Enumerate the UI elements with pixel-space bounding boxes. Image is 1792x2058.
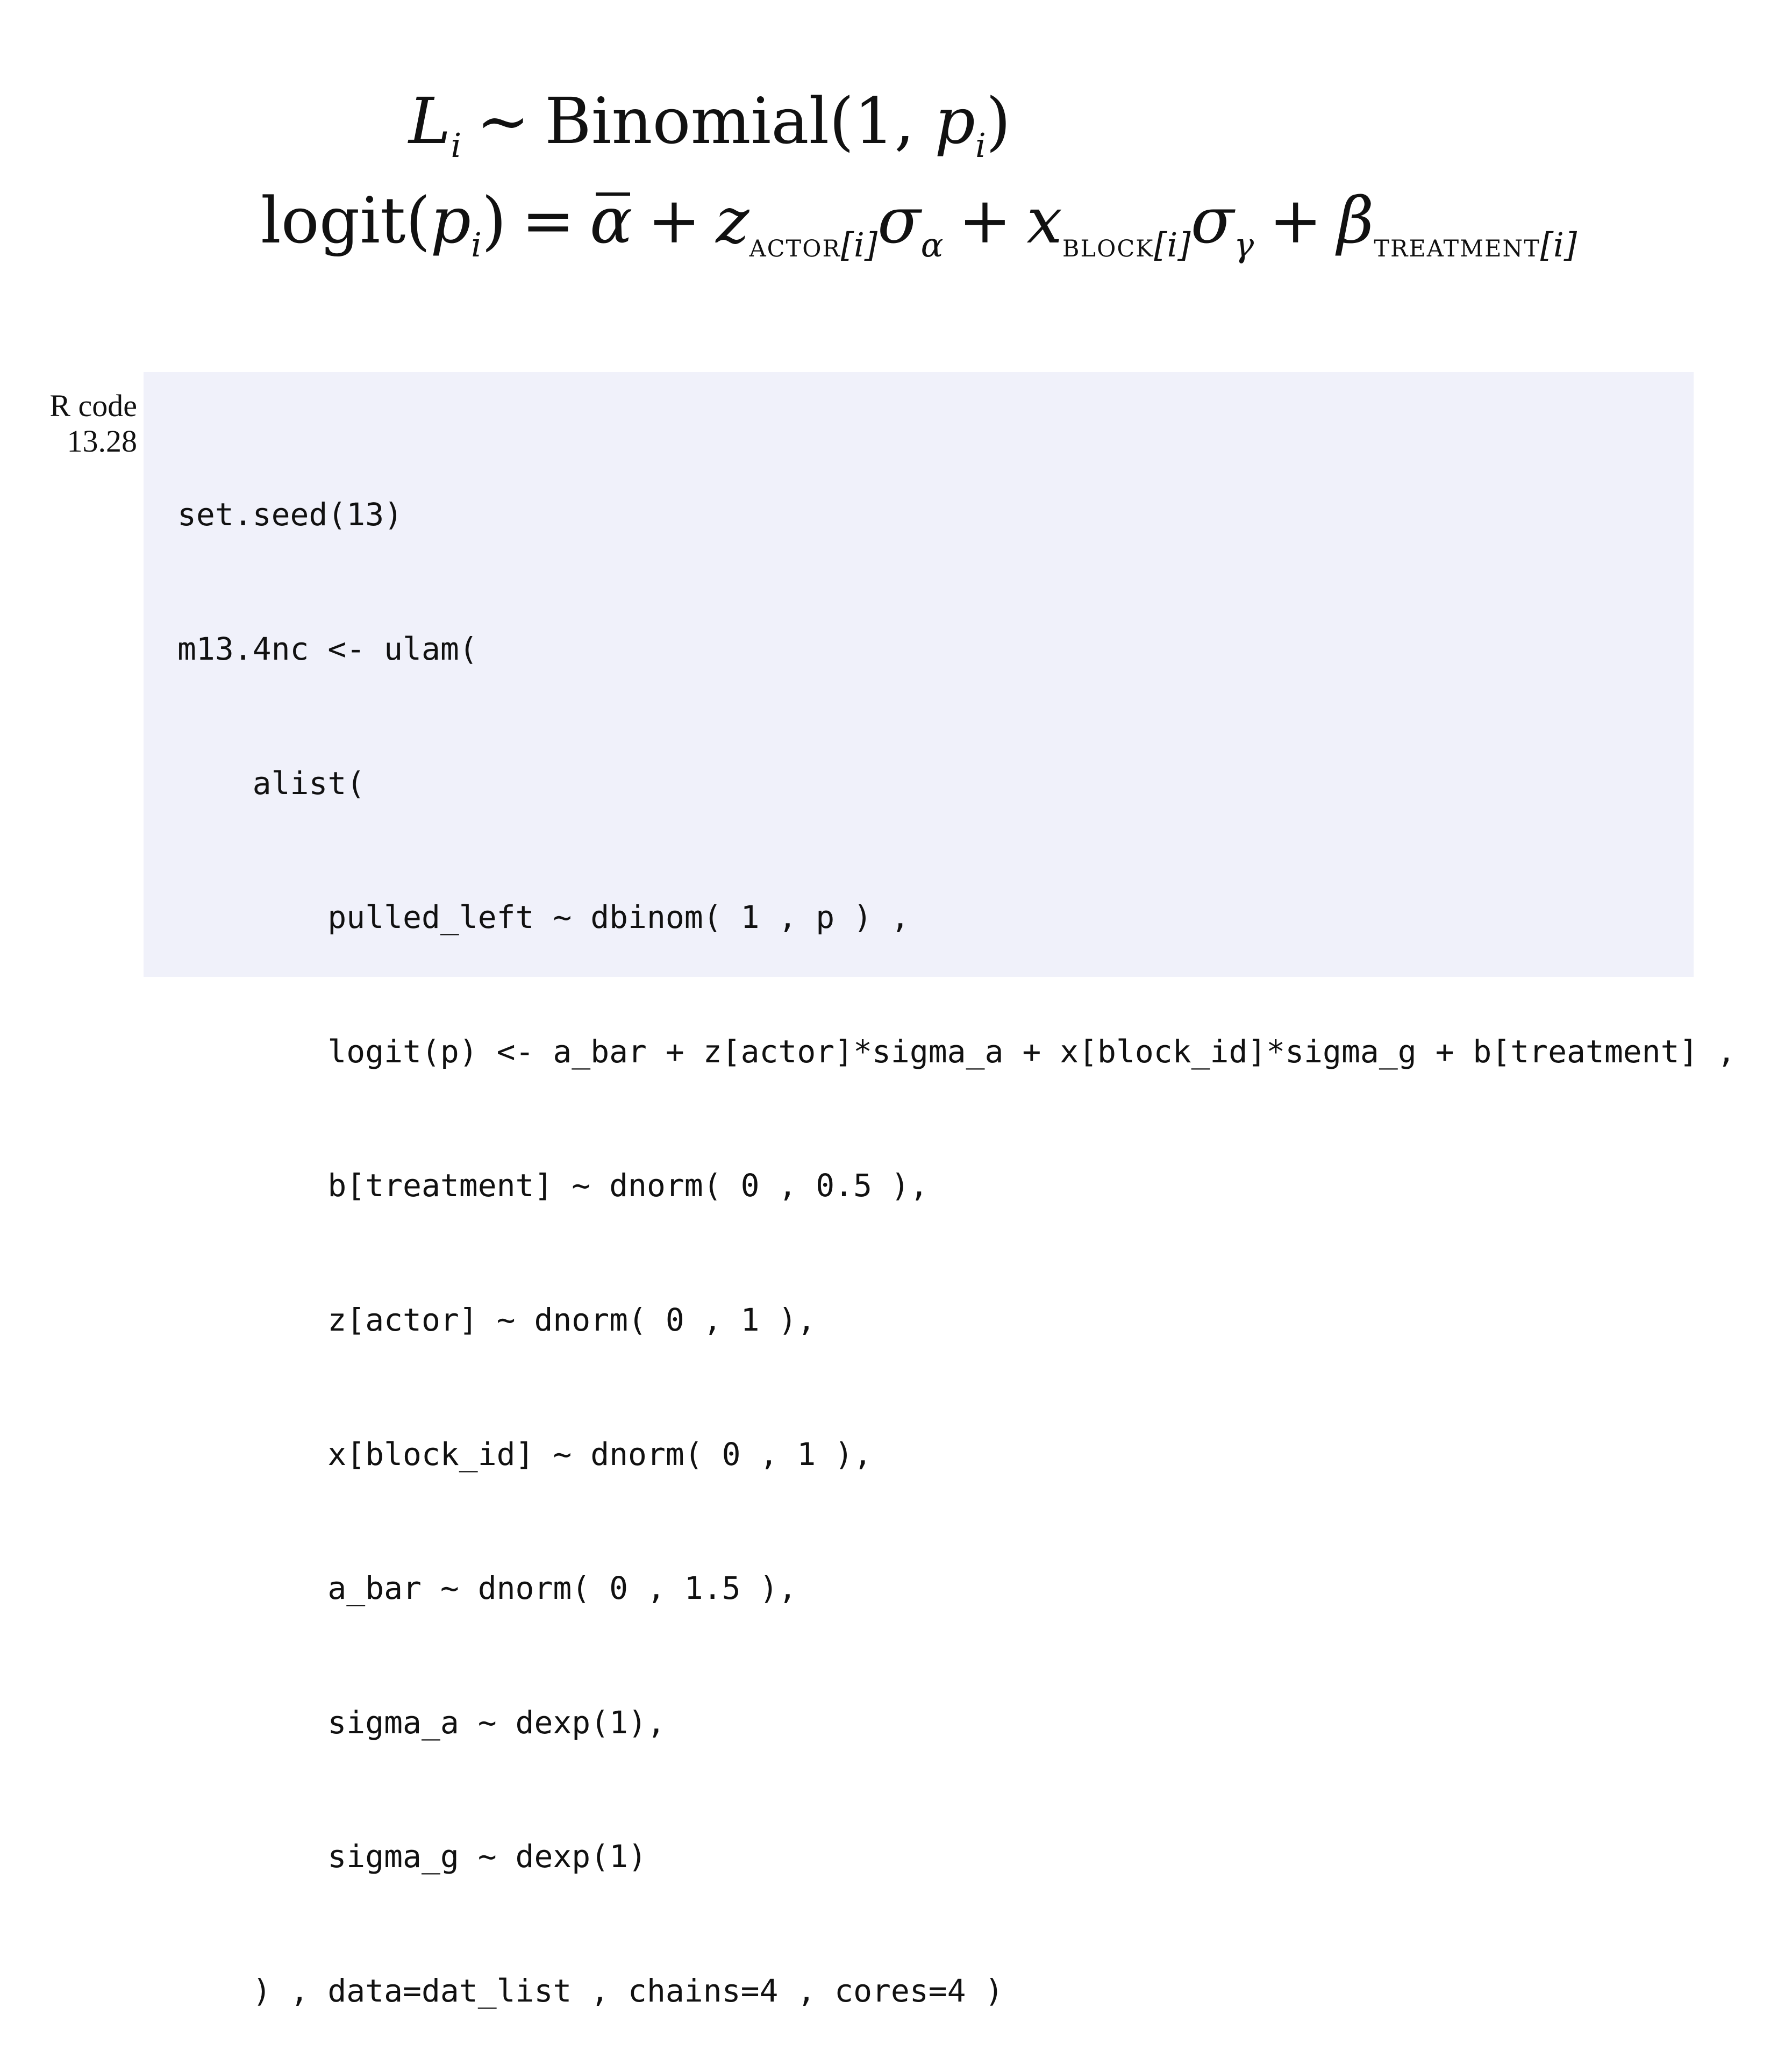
- eq2-beta-sub-treatment: treatment: [1374, 225, 1540, 265]
- code-label: R code 13.28: [22, 388, 137, 459]
- code-line: x[block_id] ~ dnorm( 0 , 1 ),: [177, 1435, 873, 1473]
- eq2-beta: β: [1337, 183, 1374, 258]
- equation-linear-model: logit(pi) = α + zactor[i]σα + xblock[i]σγ + βtre…: [0, 177, 1792, 288]
- equation-likelihood: Li ∼ Binomial(1, pi): [0, 81, 1792, 186]
- eq2-sigma-1: σ: [877, 183, 921, 258]
- eq1-lhs-var: L: [409, 84, 451, 158]
- code-line: z[actor] ~ dnorm( 0 , 1 ),: [177, 1301, 816, 1338]
- code-line: sigma_g ~ dexp(1): [177, 1838, 647, 1875]
- code-line: b[treatment] ~ dnorm( 0 , 0.5 ),: [177, 1167, 929, 1204]
- eq2-plus-1: +: [647, 183, 701, 258]
- eq2-sigma-2: σ: [1190, 183, 1234, 258]
- eq1-p-sub: i: [975, 126, 986, 165]
- eq2-sigma-1-sub: α: [920, 225, 944, 265]
- code-line: ) , data=dat_list , chains=4 , cores=4 ): [177, 1972, 1004, 2009]
- eq1-p-var: p: [934, 84, 975, 158]
- eq2-x-sub-block: block: [1062, 225, 1154, 265]
- eq2-z-subscript: actor[i]: [749, 225, 877, 265]
- code-line: sigma_a ~ dexp(1),: [177, 1704, 666, 1741]
- eq2-close-paren: ): [481, 183, 506, 258]
- eq2-p-sub: i: [471, 225, 482, 265]
- eq2-p-var: p: [430, 183, 472, 258]
- eq2-plus-3: +: [1269, 183, 1323, 258]
- eq2-z-sub-index: [i]: [840, 225, 878, 265]
- code-line: pulled_left ~ dbinom( 1 , p ) ,: [177, 899, 910, 936]
- code-line: logit(p) <- a_bar + z[actor]*sigma_a + x…: [177, 1033, 1736, 1070]
- eq2-x-subscript: block[i]: [1062, 225, 1191, 265]
- eq2-alpha-bar: α: [590, 177, 633, 263]
- eq2-plus-2: +: [958, 183, 1012, 258]
- code-line: set.seed(13): [177, 496, 403, 533]
- eq2-equals: =: [521, 183, 575, 258]
- eq2-beta-sub-index: [i]: [1540, 225, 1577, 265]
- eq2-z: z: [716, 183, 749, 258]
- eq1-close-paren: ): [986, 84, 1011, 158]
- eq2-z-sub-actor: actor: [749, 225, 841, 265]
- eq2-x: x: [1026, 183, 1062, 258]
- code-line: a_bar ~ dnorm( 0 , 1.5 ),: [177, 1570, 797, 1607]
- code-label-number: 13.28: [67, 424, 138, 459]
- code-line: alist(: [177, 764, 366, 802]
- eq1-distribution: Binomial(1,: [545, 84, 935, 158]
- code-block: set.seed(13) m13.4nc <- ulam( alist( pul…: [177, 403, 1736, 2058]
- code-label-title: R code: [49, 388, 137, 423]
- eq2-x-sub-index: [i]: [1154, 225, 1191, 265]
- eq2-logit: logit(: [261, 183, 431, 258]
- eq2-beta-subscript: treatment[i]: [1374, 225, 1577, 265]
- eq1-tilde: ∼: [476, 84, 530, 158]
- eq2-sigma-2-sub: γ: [1234, 225, 1254, 265]
- code-line: m13.4nc <- ulam(: [177, 631, 478, 667]
- eq1-lhs-sub: i: [451, 126, 462, 165]
